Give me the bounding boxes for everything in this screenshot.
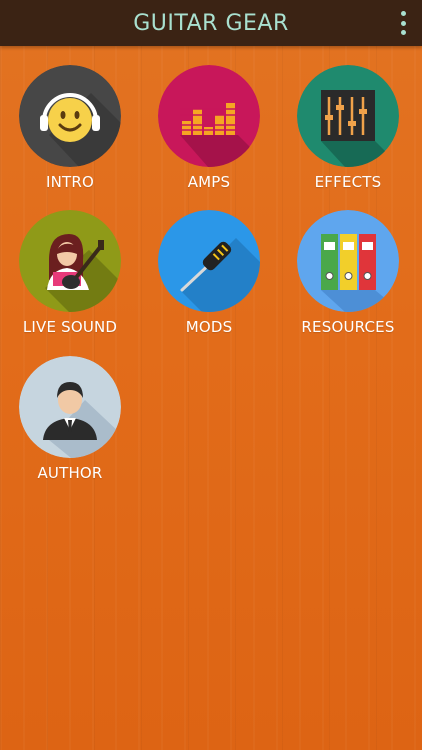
equalizer-bars-icon	[158, 65, 260, 167]
binders-icon	[297, 210, 399, 312]
tile-label: INTRO	[45, 173, 95, 191]
tile-effects[interactable]: EFFECTS	[278, 65, 418, 210]
tile-author[interactable]: AUTHOR	[0, 356, 140, 501]
person-avatar-icon	[19, 356, 121, 458]
tile-amps[interactable]: AMPS	[139, 65, 279, 210]
app-title: GUITAR GEAR	[133, 10, 289, 36]
tile-resources[interactable]: RESOURCES	[278, 210, 418, 355]
tile-mods[interactable]: MODS	[139, 210, 279, 355]
tile-label: MODS	[185, 318, 233, 336]
guitarist-icon	[19, 210, 121, 312]
overflow-menu-icon[interactable]	[398, 11, 408, 35]
tile-label: RESOURCES	[301, 318, 395, 336]
tile-intro[interactable]: INTRO	[0, 65, 140, 210]
tile-label: AMPS	[187, 173, 231, 191]
headphones-smiley-icon	[19, 65, 121, 167]
app-bar: GUITAR GEAR	[0, 0, 422, 46]
tile-label: LIVE SOUND	[22, 318, 118, 336]
tile-label: EFFECTS	[314, 173, 382, 191]
mixer-sliders-icon	[297, 65, 399, 167]
tile-label: AUTHOR	[37, 464, 103, 482]
screwdriver-icon	[158, 210, 260, 312]
tile-live-sound[interactable]: LIVE SOUND	[0, 210, 140, 355]
